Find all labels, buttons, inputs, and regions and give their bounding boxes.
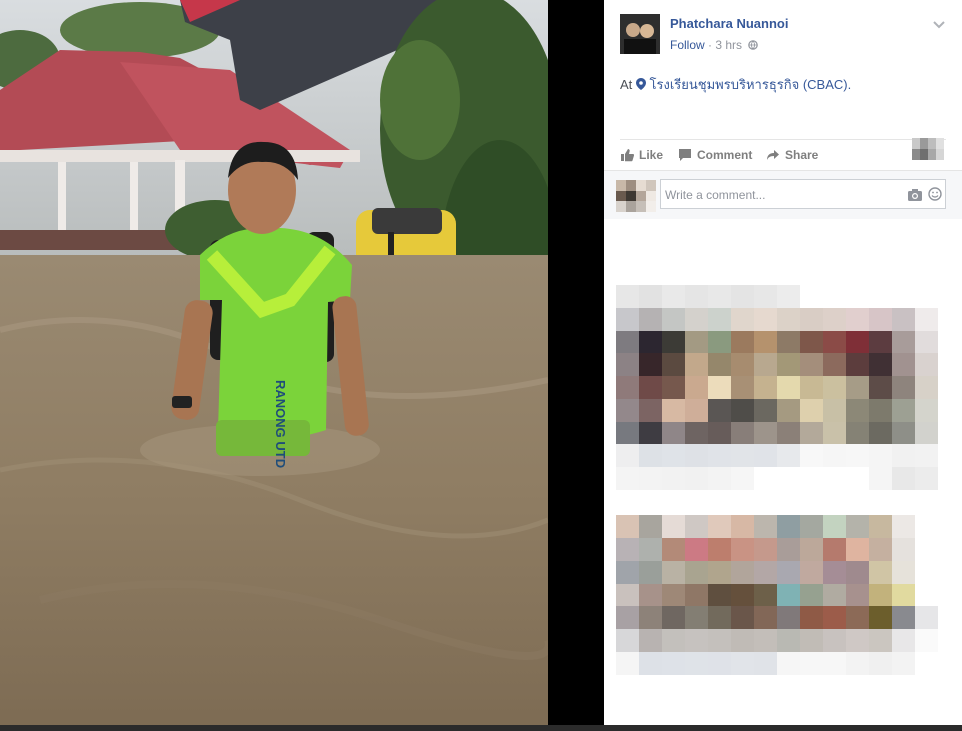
comment-icon (679, 149, 691, 161)
comment-label: Comment (697, 148, 753, 162)
thumbs-up-icon (621, 149, 634, 162)
follow-link[interactable]: Follow (670, 38, 705, 52)
post-header: Phatchara Nuannoi Follow · 3 hrs (620, 14, 950, 59)
author-name[interactable]: Phatchara Nuannoi (670, 16, 788, 31)
emoji-smile-icon[interactable] (928, 187, 942, 201)
jersey-text: RANONG UTD (273, 380, 288, 468)
action-bar: Like Comment Share (620, 138, 946, 168)
like-label: Like (639, 148, 664, 162)
post-time[interactable]: 3 hrs (715, 38, 742, 52)
location-line: At โรงเรียนชุมพรบริหารธุรกิจ (CBAC). (620, 74, 851, 95)
comment-composer: Write a comment... (604, 170, 962, 219)
comment-input[interactable]: Write a comment... (660, 179, 946, 209)
camera-icon[interactable] (908, 189, 922, 201)
map-pin-icon (635, 77, 650, 92)
post-meta: Follow · 3 hrs (670, 38, 759, 52)
reactor-thumbnail[interactable] (912, 138, 944, 160)
commenter-avatar (616, 180, 656, 212)
globe-icon (745, 38, 759, 52)
share-button[interactable]: Share (766, 148, 818, 162)
bottom-scrollbar (0, 725, 962, 731)
share-arrow-icon (767, 150, 779, 160)
post-sidebar: Phatchara Nuannoi Follow · 3 hrs At โรงเ… (604, 0, 962, 731)
location-link[interactable]: โรงเรียนชุมพรบริหารธุรกิจ (CBAC). (650, 77, 852, 92)
redacted-comment-1 (616, 285, 938, 490)
avatar[interactable] (620, 14, 660, 54)
share-label: Share (785, 148, 819, 162)
post-photo[interactable]: RANONG UTD (0, 0, 548, 731)
redacted-comment-2 (616, 515, 938, 675)
like-button[interactable]: Like (620, 148, 663, 162)
comment-button[interactable]: Comment (678, 148, 752, 162)
location-prefix: At (620, 77, 633, 92)
chevron-down-icon[interactable] (932, 18, 946, 32)
